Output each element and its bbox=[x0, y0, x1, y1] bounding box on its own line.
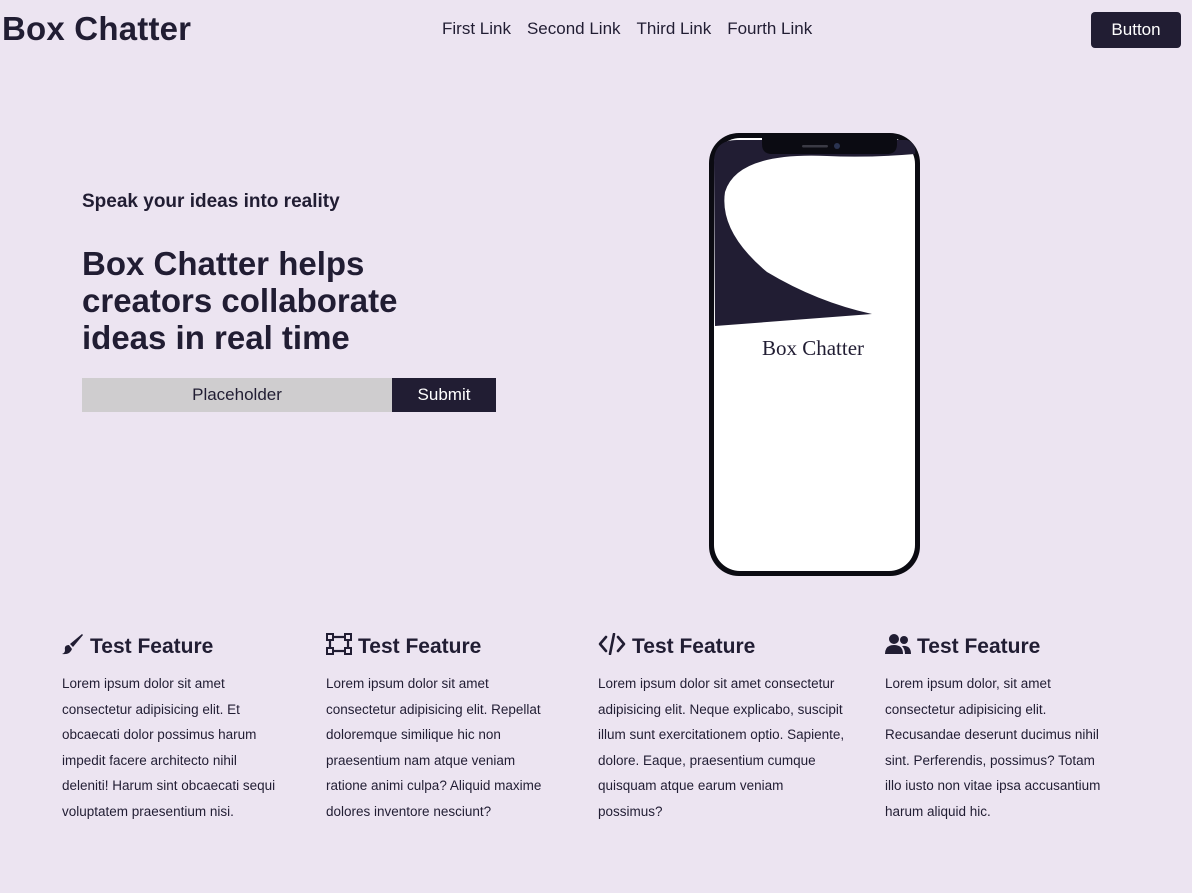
nav-link-first[interactable]: First Link bbox=[442, 19, 511, 39]
nav-link-third[interactable]: Third Link bbox=[637, 19, 712, 39]
feature-title: Test Feature bbox=[632, 635, 756, 658]
phone-screen-title: Box Chatter bbox=[762, 336, 864, 360]
submit-button[interactable]: Submit bbox=[392, 378, 496, 412]
brush-icon bbox=[62, 633, 84, 661]
email-input[interactable] bbox=[82, 378, 392, 412]
feature-card: Test Feature Lorem ipsum dolor sit amet … bbox=[326, 633, 556, 825]
landing-page: Box Chatter First Link Second Link Third… bbox=[0, 0, 1192, 893]
feature-title: Test Feature bbox=[358, 635, 482, 658]
header-button[interactable]: Button bbox=[1091, 12, 1181, 48]
brand-logo[interactable]: Box Chatter bbox=[2, 10, 191, 48]
feature-card: Test Feature Lorem ipsum dolor, sit amet… bbox=[885, 633, 1107, 825]
vector-square-icon bbox=[326, 633, 352, 661]
signup-form: Submit bbox=[82, 378, 496, 412]
feature-description: Lorem ipsum dolor sit amet consectetur a… bbox=[598, 676, 845, 819]
feature-description: Lorem ipsum dolor, sit amet consectetur … bbox=[885, 676, 1101, 819]
code-icon bbox=[598, 632, 626, 661]
feature-card: Test Feature Lorem ipsum dolor sit amet … bbox=[598, 632, 848, 825]
nav-link-fourth[interactable]: Fourth Link bbox=[727, 19, 812, 39]
feature-description: Lorem ipsum dolor sit amet consectetur a… bbox=[62, 676, 276, 819]
feature-title: Test Feature bbox=[917, 635, 1041, 658]
feature-description: Lorem ipsum dolor sit amet consectetur a… bbox=[326, 676, 542, 819]
hero-headline: Box Chatter helps creators collaborate i… bbox=[82, 245, 398, 356]
user-group-icon bbox=[885, 633, 911, 661]
main-nav: First Link Second Link Third Link Fourth… bbox=[442, 19, 812, 39]
phone-mockup: Box Chatter bbox=[709, 133, 920, 576]
hero-tagline: Speak your ideas into reality bbox=[82, 191, 340, 212]
nav-link-second[interactable]: Second Link bbox=[527, 19, 621, 39]
feature-card: Test Feature Lorem ipsum dolor sit amet … bbox=[62, 633, 284, 825]
feature-title: Test Feature bbox=[90, 635, 214, 658]
